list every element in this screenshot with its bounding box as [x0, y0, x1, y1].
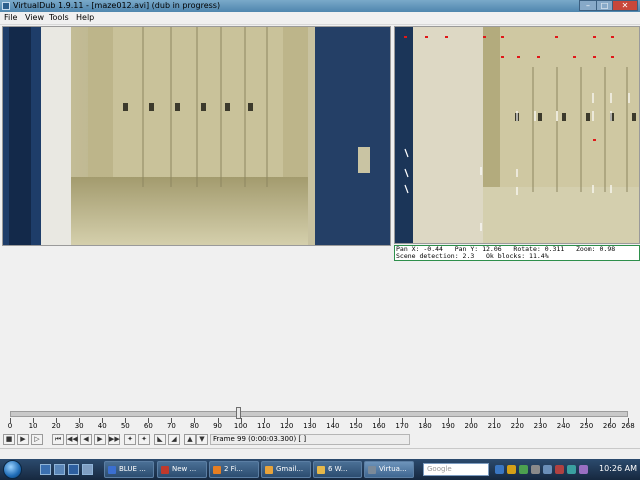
taskbar-button-label: BLUE ...: [119, 465, 146, 473]
timeline-tick-label: 268: [621, 422, 635, 430]
timeline-tick-label: 70: [166, 422, 176, 430]
mark-out-icon[interactable]: ◢: [168, 434, 180, 445]
timeline-tick-label: 40: [97, 422, 107, 430]
prev-drop-icon[interactable]: ▲: [184, 434, 196, 445]
quicklaunch-app-icon[interactable]: [82, 464, 93, 475]
taskbar-button-label: 2 Fi...: [224, 465, 243, 473]
taskbar-button[interactable]: Gmail...: [261, 461, 311, 478]
start-button[interactable]: [3, 460, 22, 479]
deshaker-stats: Pan X: -0.44 Pan Y: 12.06 Rotate: 0.311 …: [394, 245, 640, 261]
taskbar-button-label: Gmail...: [276, 465, 304, 473]
clock: 10:26 AM: [599, 464, 637, 473]
taskbar-app-icon: [317, 466, 325, 474]
timeline-tick-label: 90: [213, 422, 222, 430]
tray-app-icon[interactable]: [519, 465, 528, 474]
timeline-tick-label: 240: [556, 422, 571, 430]
timeline-tick-label: 110: [256, 422, 271, 430]
timeline-tick-label: 30: [74, 422, 84, 430]
taskbar-button[interactable]: 2 Fi...: [209, 461, 259, 478]
timeline-tick-label: 180: [418, 422, 432, 430]
input-video-pane: [2, 26, 391, 246]
scene-back-icon[interactable]: ✦: [124, 434, 136, 445]
maximize-button[interactable]: □: [596, 0, 613, 11]
title-bar: VirtualDub 1.9.11 - [maze012.avi] (dub i…: [0, 0, 640, 12]
timeline-tick-label: 190: [441, 422, 455, 430]
taskbar-app-icon: [368, 466, 376, 474]
timeline-tick-label: 10: [28, 422, 38, 430]
play-input-icon[interactable]: ▶: [17, 434, 29, 445]
stats-line-2: Scene detection: 2.3 Ok blocks: 11.4%: [396, 252, 549, 260]
timeline-tick-label: 160: [372, 422, 386, 430]
window-title: VirtualDub 1.9.11 - [maze012.avi] (dub i…: [13, 1, 221, 10]
taskbar-button[interactable]: BLUE ...: [104, 461, 154, 478]
menu-bar: File View Tools Help: [0, 12, 640, 25]
menu-help[interactable]: Help: [76, 13, 94, 22]
taskbar-button-label: Virtua...: [379, 465, 407, 473]
timeline-tick-label: 100: [233, 422, 248, 430]
quicklaunch-desktop-icon[interactable]: [40, 464, 51, 475]
timeline-tick-label: 150: [349, 422, 363, 430]
output-video-frame: [395, 27, 639, 243]
timeline-tick-label: 0: [7, 422, 13, 430]
taskbar-button[interactable]: 6 W...: [313, 461, 362, 478]
next-drop-icon[interactable]: ▼: [196, 434, 208, 445]
timeline-tick-label: 200: [464, 422, 478, 430]
tray-misc-icon[interactable]: [579, 465, 588, 474]
prev-frame-icon[interactable]: ◀: [80, 434, 92, 445]
tray-power-icon[interactable]: [543, 465, 552, 474]
timeline-tick-label: 260: [602, 422, 617, 430]
scene-forward-icon[interactable]: ✦: [138, 434, 150, 445]
taskbar-app-icon: [265, 466, 273, 474]
timeline-tick-label: 20: [51, 422, 61, 430]
taskbar: BLUE ... New ... 2 Fi... Gmail... 6 W... Virt…: [0, 459, 640, 480]
quicklaunch-ie-icon[interactable]: [68, 464, 79, 475]
next-key-icon[interactable]: ▶▶: [108, 434, 120, 445]
quicklaunch-explorer-icon[interactable]: [54, 464, 65, 475]
timeline-tick-label: 140: [326, 422, 340, 430]
play-output-icon[interactable]: ▷: [31, 434, 43, 445]
timeline-tick-label: 120: [280, 422, 294, 430]
timeline-tick-label: 60: [143, 422, 153, 430]
taskbar-app-icon: [213, 466, 221, 474]
stop-icon[interactable]: ■: [3, 434, 15, 445]
timeline-tick-label: 50: [120, 422, 130, 430]
output-video-pane: [394, 26, 640, 244]
menu-tools[interactable]: Tools: [49, 13, 69, 22]
search-input[interactable]: Google: [423, 463, 489, 476]
timeline-tick-label: 220: [510, 422, 524, 430]
taskbar-app-icon: [108, 466, 116, 474]
taskbar-app-icon: [161, 466, 169, 474]
prev-key-icon[interactable]: ◀◀: [66, 434, 78, 445]
timeline-tick-label: 130: [303, 422, 317, 430]
frame-status: Frame 99 (0:00:03.300) [ ]: [210, 434, 410, 445]
minimize-button[interactable]: –: [579, 0, 597, 11]
tray-flag-icon[interactable]: [507, 465, 516, 474]
input-video-frame: [3, 27, 390, 245]
timeline-tick-label: 230: [533, 422, 548, 430]
timeline-tick-label: 80: [190, 422, 199, 430]
taskbar-button-label: New ...: [172, 465, 197, 473]
tray-sync-icon[interactable]: [567, 465, 576, 474]
taskbar-button[interactable]: Virtua...: [364, 461, 414, 478]
close-button[interactable]: ✕: [612, 0, 638, 11]
taskbar-button-label: 6 W...: [328, 465, 348, 473]
menu-view[interactable]: View: [25, 13, 44, 22]
menu-file[interactable]: File: [4, 13, 17, 22]
timeline-tick-label: 170: [395, 422, 409, 430]
timeline-track[interactable]: [10, 411, 628, 417]
tray-network-icon[interactable]: [495, 465, 504, 474]
start-icon[interactable]: ⏮: [52, 434, 64, 445]
taskbar-button[interactable]: New ...: [157, 461, 207, 478]
timeline-tick-label: 250: [579, 422, 594, 430]
timeline-tick-label: 210: [487, 422, 501, 430]
tray-volume-icon[interactable]: [531, 465, 540, 474]
tray-security-icon[interactable]: [555, 465, 564, 474]
app-icon: [2, 2, 10, 10]
mark-in-icon[interactable]: ◣: [154, 434, 166, 445]
next-frame-icon[interactable]: ▶: [94, 434, 106, 445]
